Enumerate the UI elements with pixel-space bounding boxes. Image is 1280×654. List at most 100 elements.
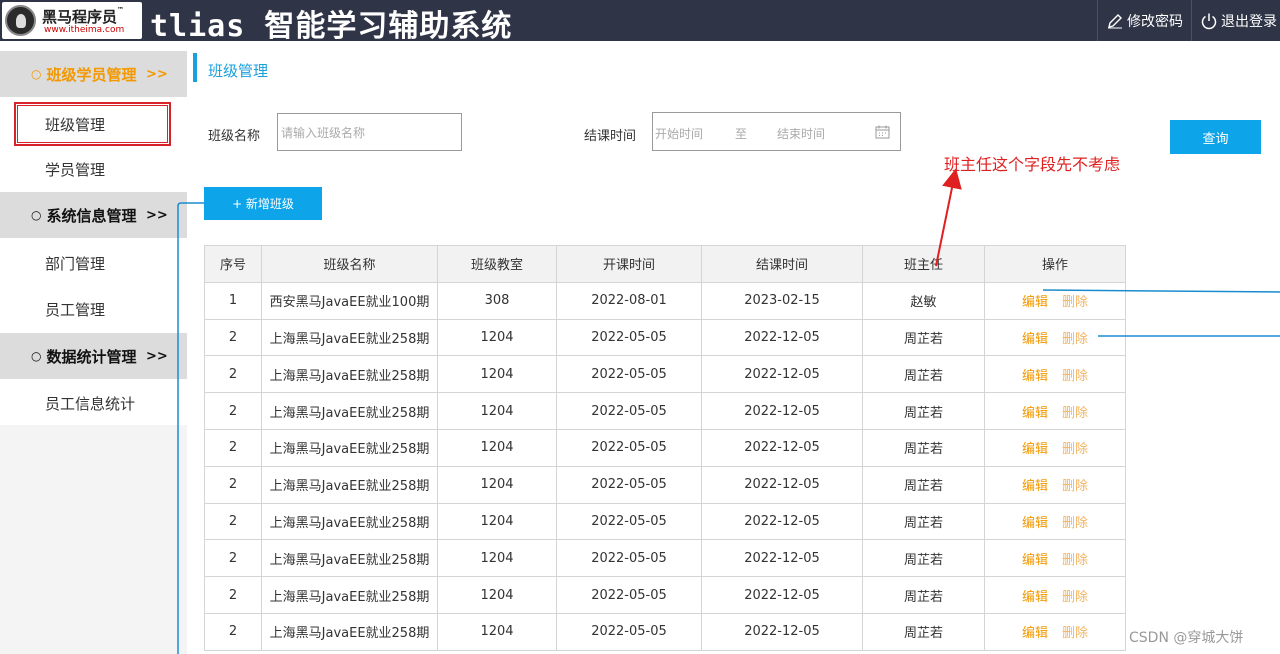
cell-classroom: 1204 <box>437 392 557 430</box>
cell-actions: 编辑 删除 <box>984 539 1126 578</box>
cell-index: 1 <box>204 281 262 320</box>
query-button[interactable]: 查询 <box>1170 120 1261 154</box>
cell-index: 2 <box>204 428 262 467</box>
edit-link[interactable]: 编辑 <box>1022 586 1048 605</box>
cell-start-time: 2022-08-01 <box>556 281 702 320</box>
delete-link[interactable]: 删除 <box>1062 475 1088 494</box>
add-class-button[interactable]: + 新增班级 <box>204 187 322 220</box>
logo-url: www.itheima.com <box>44 25 125 35</box>
sidebar-item-student-management[interactable]: 学员管理 <box>0 146 187 192</box>
edit-link[interactable]: 编辑 <box>1022 512 1048 531</box>
cell-end-time: 2022-12-05 <box>701 318 863 357</box>
edit-link[interactable]: 编辑 <box>1022 402 1048 421</box>
cell-class-name: 上海黑马JavaEE就业258期 <box>261 502 438 541</box>
annotation-note: 班主任这个字段先不考虑 <box>944 155 1121 174</box>
sidebar-item-employee-statistics[interactable]: 员工信息统计 <box>0 380 187 426</box>
cell-index: 2 <box>204 502 262 541</box>
top-header: 黑马程序员™ www.itheima.com tlias 智能学习辅助系统 修改… <box>0 0 1280 44</box>
table-row: 2 上海黑马JavaEE就业258期 1204 2022-05-05 2022-12-0… <box>204 318 1126 357</box>
cell-classroom: 1204 <box>437 502 557 541</box>
change-password-button[interactable]: 修改密码 <box>1097 0 1189 41</box>
cell-actions: 编辑 删除 <box>984 318 1126 357</box>
class-name-label: 班级名称 <box>208 129 261 144</box>
sidebar-item-department-management[interactable]: 部门管理 <box>0 240 187 286</box>
brand-logo: 黑马程序员™ www.itheima.com <box>2 2 142 39</box>
start-date-input[interactable]: 开始时间 <box>655 125 703 142</box>
table-row: 2 上海黑马JavaEE就业258期 1204 2022-05-05 2022-12-0… <box>204 465 1126 504</box>
cell-index: 2 <box>204 355 262 394</box>
sidebar-group-statistics[interactable]: ○ 数据统计管理 >> <box>0 333 187 379</box>
delete-link[interactable]: 删除 <box>1062 365 1088 384</box>
col-header-class-name: 班级名称 <box>261 245 438 283</box>
delete-link[interactable]: 删除 <box>1062 291 1088 310</box>
delete-link[interactable]: 删除 <box>1062 402 1088 421</box>
query-button-label: 查询 <box>1202 131 1229 147</box>
cell-end-time: 2022-12-05 <box>701 465 863 504</box>
cell-class-name: 上海黑马JavaEE就业258期 <box>261 428 438 467</box>
cell-class-name: 西安黑马JavaEE就业100期 <box>261 281 438 320</box>
col-header-classroom: 班级教室 <box>437 245 557 283</box>
breadcrumb-accent <box>193 53 197 82</box>
logo-text: 黑马程序员 <box>42 8 118 26</box>
cell-class-name: 上海黑马JavaEE就业258期 <box>261 539 438 578</box>
sidebar-item-label: 员工管理 <box>45 300 106 319</box>
sidebar-item-label: 学员管理 <box>45 160 106 179</box>
cell-actions: 编辑 删除 <box>984 612 1126 651</box>
delete-link[interactable]: 删除 <box>1062 328 1088 347</box>
add-class-label: + 新增班级 <box>232 197 294 211</box>
edit-link[interactable]: 编辑 <box>1022 291 1048 310</box>
sidebar-item-class-management[interactable]: 班级管理 <box>14 102 171 146</box>
cell-index: 2 <box>204 318 262 357</box>
cell-actions: 编辑 删除 <box>984 465 1126 504</box>
sidebar-item-employee-management[interactable]: 员工管理 <box>0 286 187 332</box>
edit-link[interactable]: 编辑 <box>1022 328 1048 347</box>
pencil-icon <box>1108 13 1122 28</box>
double-chevron-icon: >> <box>146 348 168 364</box>
col-header-actions: 操作 <box>984 245 1126 283</box>
circle-bullet-icon: ○ <box>31 67 42 81</box>
app-title: tlias 智能学习辅助系统 <box>150 9 513 44</box>
cell-index: 2 <box>204 539 262 578</box>
edit-link[interactable]: 编辑 <box>1022 549 1048 568</box>
delete-link[interactable]: 删除 <box>1062 512 1088 531</box>
end-time-range-picker[interactable]: 开始时间 至 结束时间 <box>652 112 901 151</box>
table-row: 2 上海黑马JavaEE就业258期 1204 2022-05-05 2022-12-0… <box>204 392 1126 430</box>
sidebar-item-label: 部门管理 <box>45 254 106 273</box>
cell-head-teacher: 周芷若 <box>862 355 985 394</box>
cell-end-time: 2022-12-05 <box>701 576 863 614</box>
cell-head-teacher: 周芷若 <box>862 465 985 504</box>
cell-end-time: 2022-12-05 <box>701 539 863 578</box>
cell-classroom: 1204 <box>437 318 557 357</box>
delete-link[interactable]: 删除 <box>1062 438 1088 457</box>
cell-class-name: 上海黑马JavaEE就业258期 <box>261 465 438 504</box>
cell-classroom: 308 <box>437 281 557 320</box>
sidebar-group-class[interactable]: ○ 班级学员管理 >> <box>0 51 187 97</box>
edit-link[interactable]: 编辑 <box>1022 365 1048 384</box>
edit-link[interactable]: 编辑 <box>1022 438 1048 457</box>
table-row: 2 上海黑马JavaEE就业258期 1204 2022-05-05 2022-12-0… <box>204 539 1126 578</box>
class-name-input[interactable]: 请输入班级名称 <box>277 113 462 151</box>
table-row: 1 西安黑马JavaEE就业100期 308 2022-08-01 2023-02-15… <box>204 281 1126 320</box>
cell-head-teacher: 周芷若 <box>862 539 985 578</box>
cell-classroom: 1204 <box>437 355 557 394</box>
delete-link[interactable]: 删除 <box>1062 549 1088 568</box>
edit-link[interactable]: 编辑 <box>1022 475 1048 494</box>
delete-link[interactable]: 删除 <box>1062 586 1088 605</box>
cell-index: 2 <box>204 392 262 430</box>
cell-class-name: 上海黑马JavaEE就业258期 <box>261 355 438 394</box>
sidebar-group-label: 班级学员管理 <box>46 65 137 84</box>
logout-button[interactable]: 退出登录 <box>1191 0 1280 41</box>
table-row: 2 上海黑马JavaEE就业258期 1204 2022-05-05 2022-12-0… <box>204 502 1126 541</box>
col-header-head-teacher: 班主任 <box>862 245 985 283</box>
calendar-icon[interactable] <box>875 125 890 139</box>
edit-link[interactable]: 编辑 <box>1022 622 1048 641</box>
table-header-row: 序号 班级名称 班级教室 开课时间 结课时间 班主任 操作 <box>204 245 1126 283</box>
table-row: 2 上海黑马JavaEE就业258期 1204 2022-05-05 2022-12-0… <box>204 612 1126 651</box>
sidebar-group-system[interactable]: ○ 系统信息管理 >> <box>0 192 187 238</box>
end-date-input[interactable]: 结束时间 <box>777 125 825 142</box>
cell-actions: 编辑 删除 <box>984 392 1126 430</box>
cell-end-time: 2022-12-05 <box>701 355 863 394</box>
cell-start-time: 2022-05-05 <box>556 539 702 578</box>
cell-start-time: 2022-05-05 <box>556 318 702 357</box>
delete-link[interactable]: 删除 <box>1062 622 1088 641</box>
